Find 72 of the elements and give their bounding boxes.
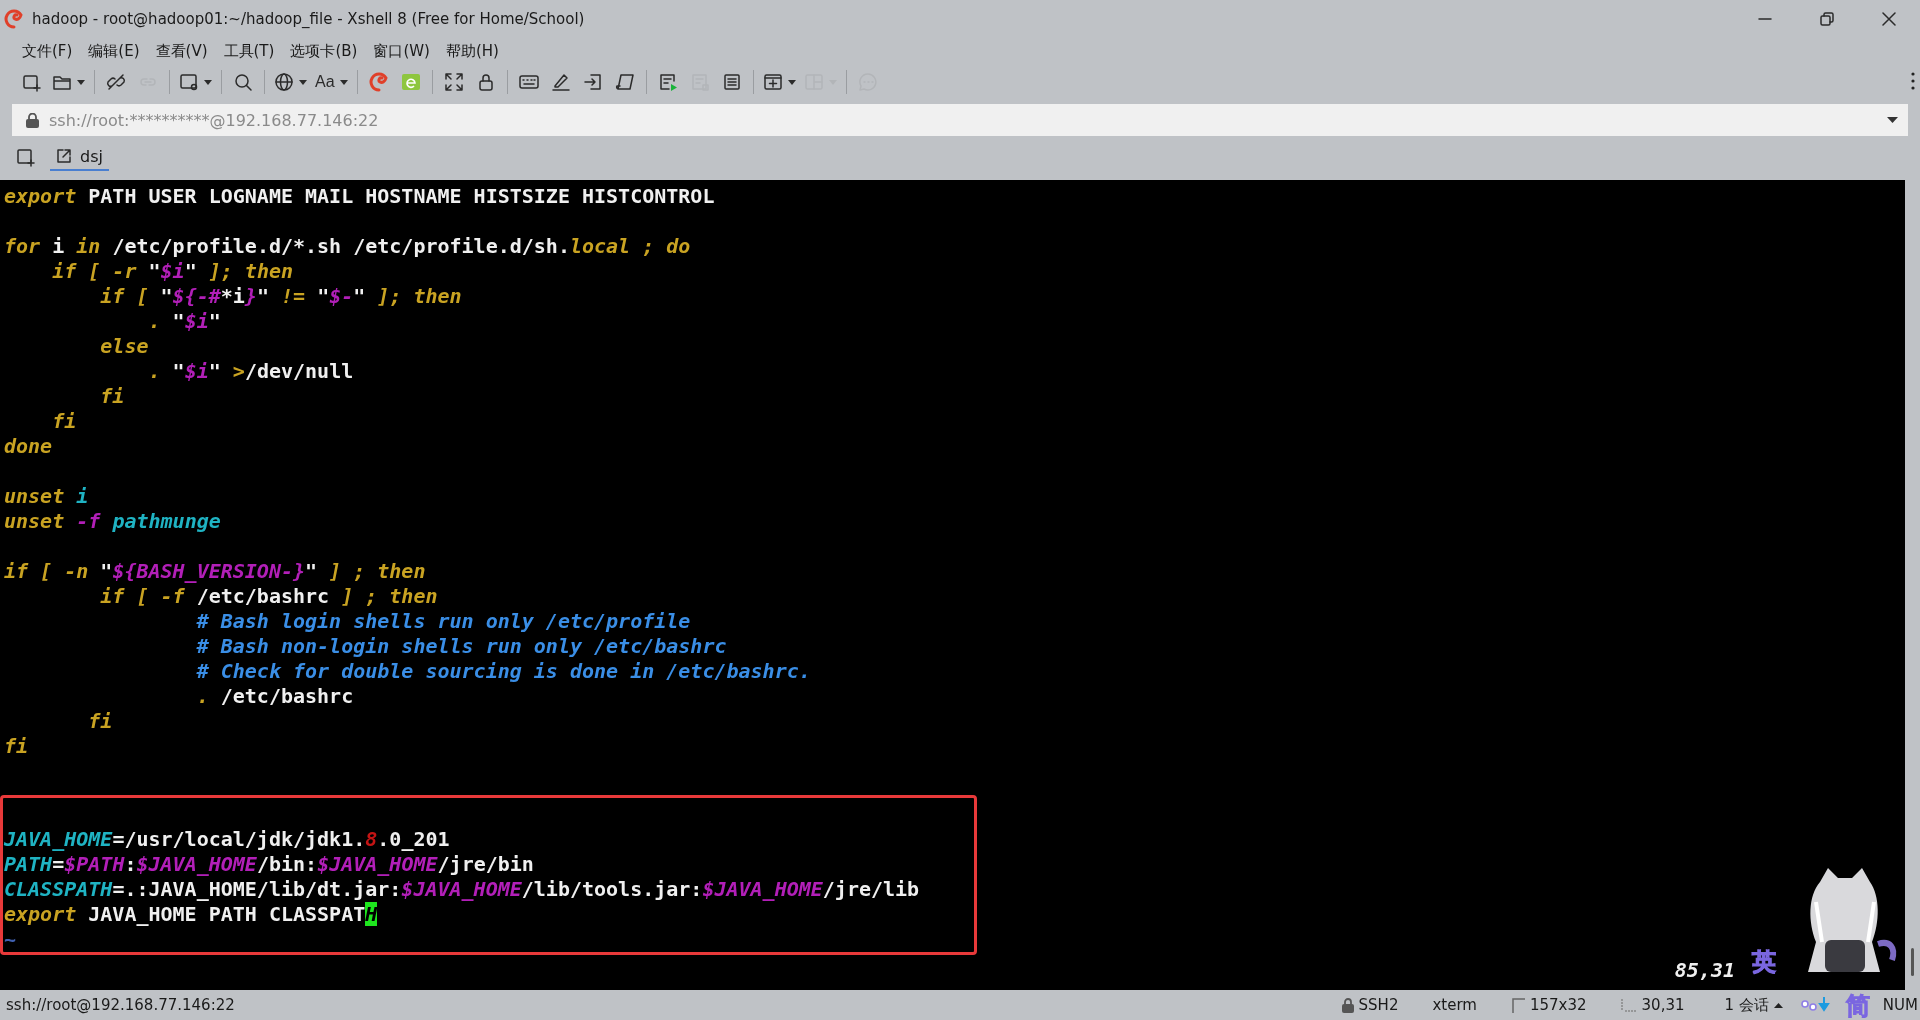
terminal-line: PATH=$PATH:$JAVA_HOME/bin:$JAVA_HOME/jre/bin bbox=[4, 852, 535, 877]
menu-item[interactable]: 窗口(W) bbox=[365, 39, 438, 63]
terminal-line: fi bbox=[99, 384, 126, 409]
terminal-line: . /etc/bashrc bbox=[195, 684, 355, 709]
num-lock-indicator: NUM bbox=[1882, 996, 1918, 1014]
terminal-line: JAVA_HOME=/usr/local/jdk/jdk1.8.0_201 bbox=[4, 827, 451, 852]
terminal-line: done bbox=[4, 434, 54, 459]
lock-icon bbox=[26, 112, 39, 128]
terminal-line: if [ -r "$i" ]; then bbox=[51, 259, 294, 284]
session-count[interactable]: 1 会话 bbox=[1724, 995, 1769, 1015]
tile-icon bbox=[400, 72, 421, 92]
terminal-line: unset -f pathmunge bbox=[4, 509, 222, 534]
protocol-label: SSH2 bbox=[1358, 996, 1399, 1014]
cursor-position: 85,31 bbox=[1674, 958, 1735, 982]
cursor-location: 30,31 bbox=[1641, 996, 1685, 1014]
terminal-line: if [ "${-#*i}" != "$-" ]; then bbox=[99, 284, 463, 309]
lock-icon bbox=[1341, 997, 1354, 1013]
transfer-icon bbox=[1800, 996, 1831, 1014]
terminal-line: else bbox=[99, 334, 150, 359]
close-icon bbox=[1882, 12, 1896, 26]
terminal-line: if [ -n "${BASH_VERSION-}" ] ; then bbox=[4, 559, 427, 584]
terminal-line: CLASSPATH=.:JAVA_HOME/lib/dt.jar:$JAVA_HOME/lib/tools.jar:$JAVA_HOME/jre/lib bbox=[4, 877, 921, 902]
terminal-size: 157x32 bbox=[1529, 996, 1587, 1014]
menu-item[interactable]: 选项卡(B) bbox=[282, 39, 366, 63]
scrollbar-thumb[interactable] bbox=[1911, 948, 1914, 976]
terminal-line: fi bbox=[51, 409, 78, 434]
new-tab-icon bbox=[22, 72, 42, 92]
menu-item[interactable]: 查看(V) bbox=[147, 39, 216, 63]
ime-indicator[interactable]: 英 bbox=[1752, 946, 1776, 978]
terminal-line: export PATH USER LOGNAME MAIL HOSTNAME HISTSIZE HISTCONTROL bbox=[4, 184, 716, 209]
pen-icon bbox=[550, 72, 571, 92]
session-tab[interactable]: dsj bbox=[50, 143, 109, 171]
terminal-line: if [ -f /etc/bashrc ] ; then bbox=[99, 584, 439, 609]
window-gear-icon bbox=[179, 72, 199, 92]
fullscreen-icon bbox=[443, 72, 464, 92]
connection-address: ssh://root@192.168.77.146:22 bbox=[6, 996, 235, 1014]
restore-icon bbox=[1820, 12, 1834, 26]
play-doc-icon bbox=[657, 72, 678, 92]
terminal-line: # Check for double sourcing is done in /etc/bashrc. bbox=[195, 659, 812, 684]
terminal-line: ~ bbox=[4, 927, 18, 952]
menu-item[interactable]: 帮助(H) bbox=[437, 39, 507, 63]
menu-item[interactable]: 文件(F) bbox=[14, 39, 81, 63]
menu-item[interactable]: 编辑(E) bbox=[80, 39, 148, 63]
script-icon bbox=[614, 72, 635, 92]
terminal-line: . "$i" >/dev/null bbox=[147, 359, 355, 384]
menu-item[interactable]: 工具(T) bbox=[215, 39, 283, 63]
tab-list-icon[interactable] bbox=[16, 147, 36, 167]
arrow-box-icon bbox=[582, 72, 603, 92]
terminal-line: . "$i" bbox=[147, 309, 222, 334]
unlink-icon bbox=[106, 72, 126, 92]
terminal-line: unset i bbox=[4, 484, 90, 509]
plus-box-icon bbox=[762, 72, 783, 92]
terminal-line: for i in /etc/profile.d/*.sh /etc/profile.d/sh.local ; do bbox=[4, 234, 692, 259]
dropdown-caret-icon[interactable] bbox=[1887, 117, 1898, 123]
globe-icon bbox=[274, 72, 294, 92]
terminal-line: fi bbox=[87, 709, 114, 734]
font-button[interactable]: Aa bbox=[312, 67, 351, 97]
terminal-line: # Bash non-login shells run only /etc/bashrc bbox=[195, 634, 728, 659]
app-logo-icon bbox=[4, 9, 24, 29]
more-options-icon[interactable] bbox=[1910, 70, 1916, 92]
external-link-icon bbox=[56, 148, 72, 164]
terminal-line: fi bbox=[4, 734, 30, 759]
cursor-icon bbox=[1620, 998, 1637, 1012]
terminal-type: xterm bbox=[1432, 996, 1477, 1014]
window-title: hadoop - root@hadoop01:~/hadoop_file - Xshell 8 (Free for Home/School) bbox=[32, 10, 585, 28]
caret-up-icon bbox=[1773, 1002, 1783, 1008]
keyboard-icon bbox=[518, 72, 539, 92]
terminal-line: # Bash login shells run only /etc/profile bbox=[195, 609, 692, 634]
swirl-icon bbox=[368, 72, 389, 92]
search-icon bbox=[233, 72, 253, 92]
doc-lines-icon bbox=[721, 72, 742, 92]
resize-icon bbox=[1510, 997, 1525, 1013]
